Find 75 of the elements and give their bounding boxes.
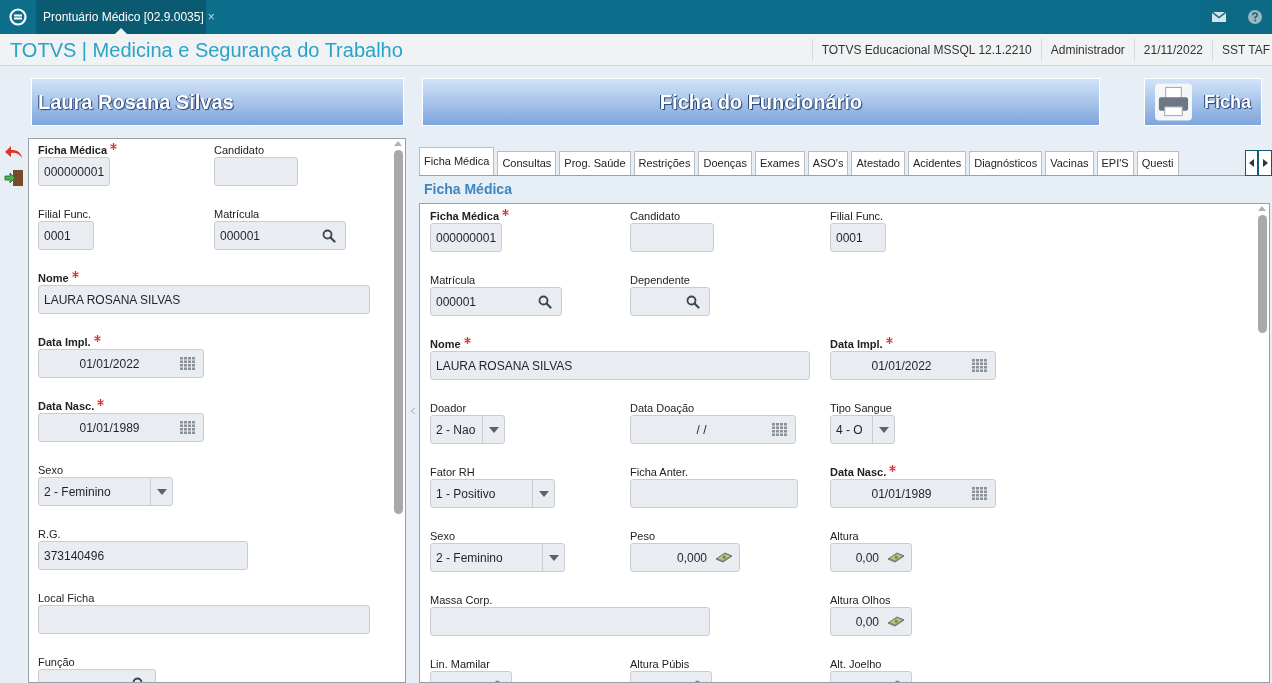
tab[interactable]: ASO's bbox=[807, 151, 849, 175]
field-label: Filial Func. bbox=[830, 209, 884, 223]
field-label: Peso bbox=[630, 529, 656, 543]
search-field[interactable]: 000001 bbox=[430, 287, 562, 316]
field-label: Altura bbox=[830, 529, 859, 543]
field-label: Sexo bbox=[38, 463, 64, 477]
date-field[interactable]: 01/01/2022 bbox=[830, 351, 996, 380]
date-field[interactable]: 01/01/2022 bbox=[38, 349, 204, 378]
title-banner: Ficha do Funcionário bbox=[421, 78, 1101, 126]
header-info: Administrador bbox=[1050, 41, 1125, 59]
field-label: Data Nasc. bbox=[38, 399, 95, 413]
field-label: Local Ficha bbox=[38, 591, 95, 605]
dropdown[interactable]: 2 - Feminino bbox=[430, 543, 565, 572]
field-label: Matrícula bbox=[430, 273, 476, 287]
field-label: Altura Olhos bbox=[830, 593, 891, 607]
field-label: Alt. Joelho bbox=[830, 657, 882, 671]
field-label: Data Impl. bbox=[38, 335, 91, 349]
tab[interactable]: EPI'S bbox=[1096, 151, 1134, 175]
dropdown[interactable]: 2 - Feminino bbox=[38, 477, 173, 506]
field-label: Ficha Anter. bbox=[630, 465, 689, 479]
field-label: Sexo bbox=[430, 529, 456, 543]
field-label: Função bbox=[38, 655, 75, 669]
text-field[interactable]: 0001 bbox=[830, 223, 886, 252]
field-label: Dependente bbox=[630, 273, 690, 287]
field-label: Data Doação bbox=[630, 401, 695, 415]
dropdown[interactable]: 2 - Nao bbox=[430, 415, 505, 444]
tab[interactable]: Questi bbox=[1136, 151, 1179, 175]
text-field[interactable]: 0001 bbox=[38, 221, 94, 250]
tab[interactable]: Acidentes bbox=[907, 151, 967, 175]
field-label: Fator RH bbox=[430, 465, 475, 479]
field-label: Ficha Médica bbox=[430, 209, 500, 223]
header-info: TOTVS Educacional MSSQL 12.1.2210 bbox=[821, 41, 1032, 59]
text-field[interactable]: 000000001 bbox=[430, 223, 502, 252]
field-label: Data Nasc. bbox=[830, 465, 887, 479]
field-label: Nome bbox=[38, 271, 69, 285]
date-field[interactable]: / / bbox=[630, 415, 796, 444]
tab[interactable]: Restrições bbox=[633, 151, 696, 175]
dropdown[interactable]: 1 - Positivo bbox=[430, 479, 555, 508]
header-info: 21/11/2022 bbox=[1143, 41, 1203, 59]
text-field[interactable]: LAURA ROSANA SILVAS bbox=[38, 285, 370, 314]
header-info: SST TAF bbox=[1222, 41, 1270, 59]
tab[interactable]: Ficha Médica bbox=[419, 147, 495, 175]
number-field[interactable]: 0,00 bbox=[830, 543, 912, 572]
app-title: TOTVS | Medicina e Segurança do Trabalho bbox=[10, 37, 403, 63]
field-label: Data Impl. bbox=[830, 337, 883, 351]
search-field[interactable]: 000001 bbox=[214, 221, 346, 250]
field-label: Ficha Médica bbox=[38, 143, 108, 157]
tab[interactable]: Exames bbox=[754, 151, 805, 175]
text-field[interactable]: LAURA ROSANA SILVAS bbox=[430, 351, 810, 380]
number-field[interactable]: 0,000 bbox=[630, 543, 740, 572]
field-label: Tipo Sangue bbox=[830, 401, 892, 415]
field-label: Massa Corp. bbox=[430, 593, 493, 607]
date-field[interactable]: 01/01/1989 bbox=[830, 479, 996, 508]
field-label: Doador bbox=[430, 401, 467, 415]
field-label: Matrícula bbox=[214, 207, 260, 221]
tab[interactable]: Atestado bbox=[851, 151, 905, 175]
text-field[interactable]: 000000001 bbox=[38, 157, 110, 186]
tab[interactable]: Doenças bbox=[698, 151, 752, 175]
employee-banner: Laura Rosana Silvas bbox=[31, 78, 404, 126]
dropdown[interactable]: 4 - O bbox=[830, 415, 895, 444]
field-label: Altura Púbis bbox=[630, 657, 690, 671]
tab[interactable]: Vacinas bbox=[1045, 151, 1094, 175]
field-label: Nome bbox=[430, 337, 461, 351]
tab[interactable]: Diagnósticos bbox=[969, 151, 1043, 175]
field-label: Lin. Mamilar bbox=[430, 657, 490, 671]
tab[interactable]: Prog. Saúde bbox=[559, 151, 631, 175]
date-field[interactable]: 01/01/1989 bbox=[38, 413, 204, 442]
field-label: R.G. bbox=[38, 527, 61, 541]
field-label: Candidato bbox=[214, 143, 265, 157]
field-label: Filial Func. bbox=[38, 207, 92, 221]
text-field[interactable]: 373140496 bbox=[38, 541, 248, 570]
close-button[interactable]: × bbox=[207, 11, 215, 23]
field-label: Candidato bbox=[630, 209, 681, 223]
tab[interactable]: Consultas bbox=[497, 151, 557, 175]
number-field[interactable]: 0,00 bbox=[830, 607, 912, 636]
